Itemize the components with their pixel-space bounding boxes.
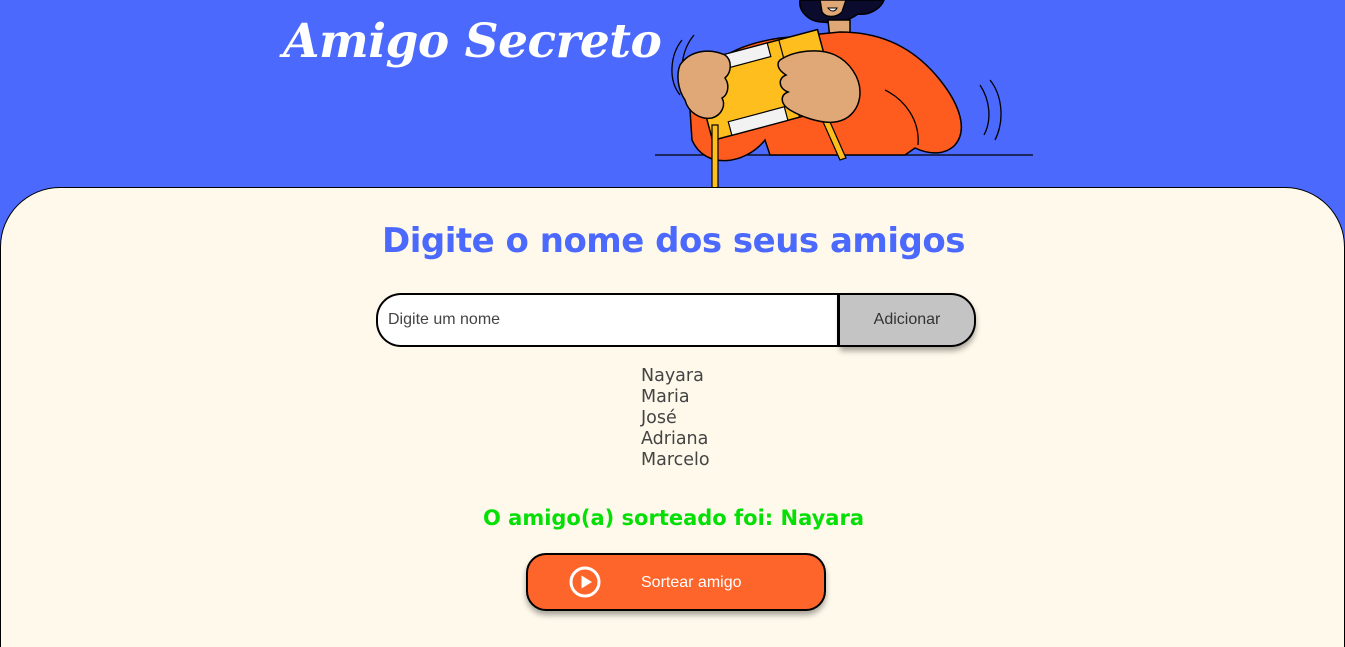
main-panel: Digite o nome dos seus amigos Adicionar … — [0, 187, 1345, 647]
list-item: Marcelo — [641, 450, 710, 470]
draw-button-label: Sortear amigo — [641, 574, 742, 591]
add-button[interactable]: Adicionar — [840, 293, 976, 347]
list-item: Maria — [641, 387, 690, 407]
page-header: Amigo Secreto — [0, 0, 1345, 200]
friends-list: Nayara Maria José Adriana Marcelo — [641, 366, 710, 471]
list-item: Nayara — [641, 366, 704, 386]
app-title: Amigo Secreto — [283, 14, 662, 69]
friend-name-input[interactable] — [376, 293, 840, 347]
draw-result: O amigo(a) sorteado foi: Nayara — [482, 506, 864, 530]
list-item: Adriana — [641, 429, 709, 449]
play-circle-icon — [569, 566, 601, 598]
add-friend-group: Adicionar — [376, 293, 976, 347]
section-title: Digite o nome dos seus amigos — [382, 221, 965, 261]
list-item: José — [641, 408, 677, 428]
person-holding-box-illustration — [655, 0, 1033, 190]
draw-friend-button[interactable]: Sortear amigo — [526, 553, 826, 611]
